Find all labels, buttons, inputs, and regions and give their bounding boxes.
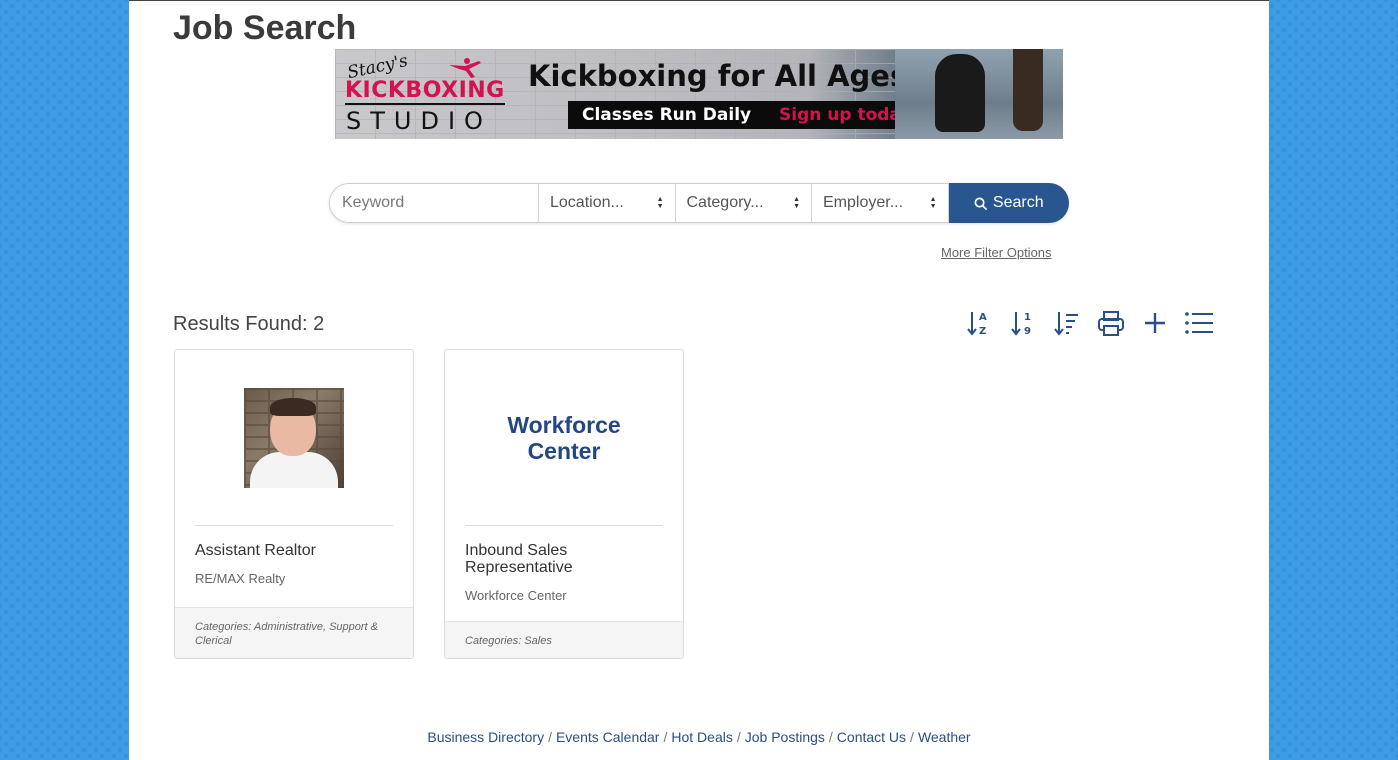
- location-select-label: Location...: [550, 194, 624, 211]
- employer-photo: [244, 387, 344, 488]
- sort-alpha-icon: A Z: [967, 312, 987, 337]
- job-title[interactable]: Assistant Realtor: [195, 542, 397, 559]
- footer-separator: /: [736, 729, 741, 745]
- add-button[interactable]: [1133, 307, 1177, 339]
- search-button-label: Search: [992, 194, 1044, 211]
- svg-text:Z: Z: [979, 326, 986, 337]
- results-toolbar: A Z 1 9: [957, 307, 1221, 339]
- svg-text:1: 1: [1024, 312, 1031, 323]
- card-divider: [465, 525, 663, 526]
- employer-select-label: Employer...: [823, 194, 904, 211]
- kickboxing-banner-ad[interactable]: Stacy's KICKBOXING STUDIO Kickboxing for…: [335, 49, 1063, 139]
- sort-list-icon: [1054, 312, 1078, 336]
- sort-numeric-button[interactable]: 1 9: [1001, 307, 1045, 339]
- print-button[interactable]: [1089, 307, 1133, 339]
- employer-select[interactable]: Employer... ▲ ▼: [812, 184, 949, 222]
- footer-separator: /: [548, 729, 552, 745]
- banner-fighter-figure: [935, 54, 985, 132]
- results-found-label: Results Found:: [173, 313, 308, 335]
- page-content: Job Search Stacy's KICKBOXING STUDIO Kic…: [129, 0, 1269, 760]
- card-divider: [195, 525, 393, 526]
- job-categories: Categories: Administrative, Support & Cl…: [175, 607, 413, 658]
- footer-separator: /: [828, 729, 833, 745]
- kickboxer-logo-icon: [449, 58, 481, 78]
- job-title[interactable]: Inbound Sales Representative: [465, 542, 667, 576]
- category-select[interactable]: Category... ▲ ▼: [676, 184, 812, 222]
- employer-logo-line1: Workforce: [507, 411, 621, 438]
- svg-text:9: 9: [1024, 326, 1031, 337]
- employer-logo: Workforce Center: [507, 412, 620, 464]
- banner-brand-mid: KICKBOXING: [345, 78, 505, 105]
- sort-list-button[interactable]: [1045, 307, 1089, 339]
- search-icon: [974, 197, 987, 210]
- banner-punching-bag: [1013, 49, 1043, 131]
- footer-link-contact-us[interactable]: Contact Us: [837, 729, 906, 745]
- page-title: Job Search: [173, 9, 357, 47]
- sort-alpha-button[interactable]: A Z: [957, 307, 1001, 339]
- footer-link-business-directory[interactable]: Business Directory: [427, 729, 544, 745]
- sort-numeric-icon: 1 9: [1011, 312, 1031, 337]
- add-icon: [1145, 313, 1165, 333]
- footer-separator: /: [910, 729, 914, 745]
- footer-link-job-postings[interactable]: Job Postings: [745, 729, 825, 745]
- list-view-button[interactable]: [1177, 307, 1221, 339]
- banner-classes-tag: Classes Run Daily: [568, 101, 776, 129]
- job-categories: Categories: Sales: [445, 621, 683, 658]
- job-card-media: [175, 350, 413, 525]
- select-arrows-icon: ▲ ▼: [656, 196, 664, 210]
- select-arrows-icon: ▲ ▼: [929, 196, 937, 210]
- results-found: Results Found: 2: [173, 313, 324, 336]
- footer-link-weather[interactable]: Weather: [918, 729, 971, 745]
- keyword-input[interactable]: [330, 184, 539, 222]
- job-card-media: Workforce Center: [445, 350, 683, 525]
- select-arrows-icon: ▲ ▼: [793, 196, 800, 210]
- svg-text:A: A: [979, 312, 987, 323]
- job-employer: RE/MAX Realty: [195, 571, 286, 586]
- employer-logo-line2: Center: [527, 437, 601, 464]
- list-view-icon: [1185, 312, 1213, 334]
- location-select[interactable]: Location... ▲ ▼: [539, 184, 676, 222]
- job-search-form: Location... ▲▼ Category... ▲▼ Employer..…: [329, 183, 1070, 223]
- category-select-label: Category...: [686, 194, 764, 211]
- job-employer: Workforce Center: [465, 588, 567, 603]
- job-card[interactable]: Workforce Center Inbound Sales Represent…: [444, 349, 684, 659]
- footer-separator: /: [663, 729, 668, 745]
- print-icon: [1098, 311, 1124, 336]
- footer-link-events-calendar[interactable]: Events Calendar: [556, 729, 660, 745]
- footer-link-hot-deals[interactable]: Hot Deals: [671, 729, 732, 745]
- banner-headline: Kickboxing for All Ages: [528, 59, 908, 93]
- more-filter-options-link[interactable]: More Filter Options: [941, 245, 1052, 260]
- results-count: 2: [313, 313, 325, 335]
- banner-brand-bottom: STUDIO: [346, 107, 492, 135]
- job-card[interactable]: Assistant Realtor RE/MAX Realty Categori…: [174, 349, 414, 659]
- search-button[interactable]: Search: [948, 183, 1070, 223]
- footer-nav: Business Directory / Events Calendar / Hot D…: [129, 729, 1269, 745]
